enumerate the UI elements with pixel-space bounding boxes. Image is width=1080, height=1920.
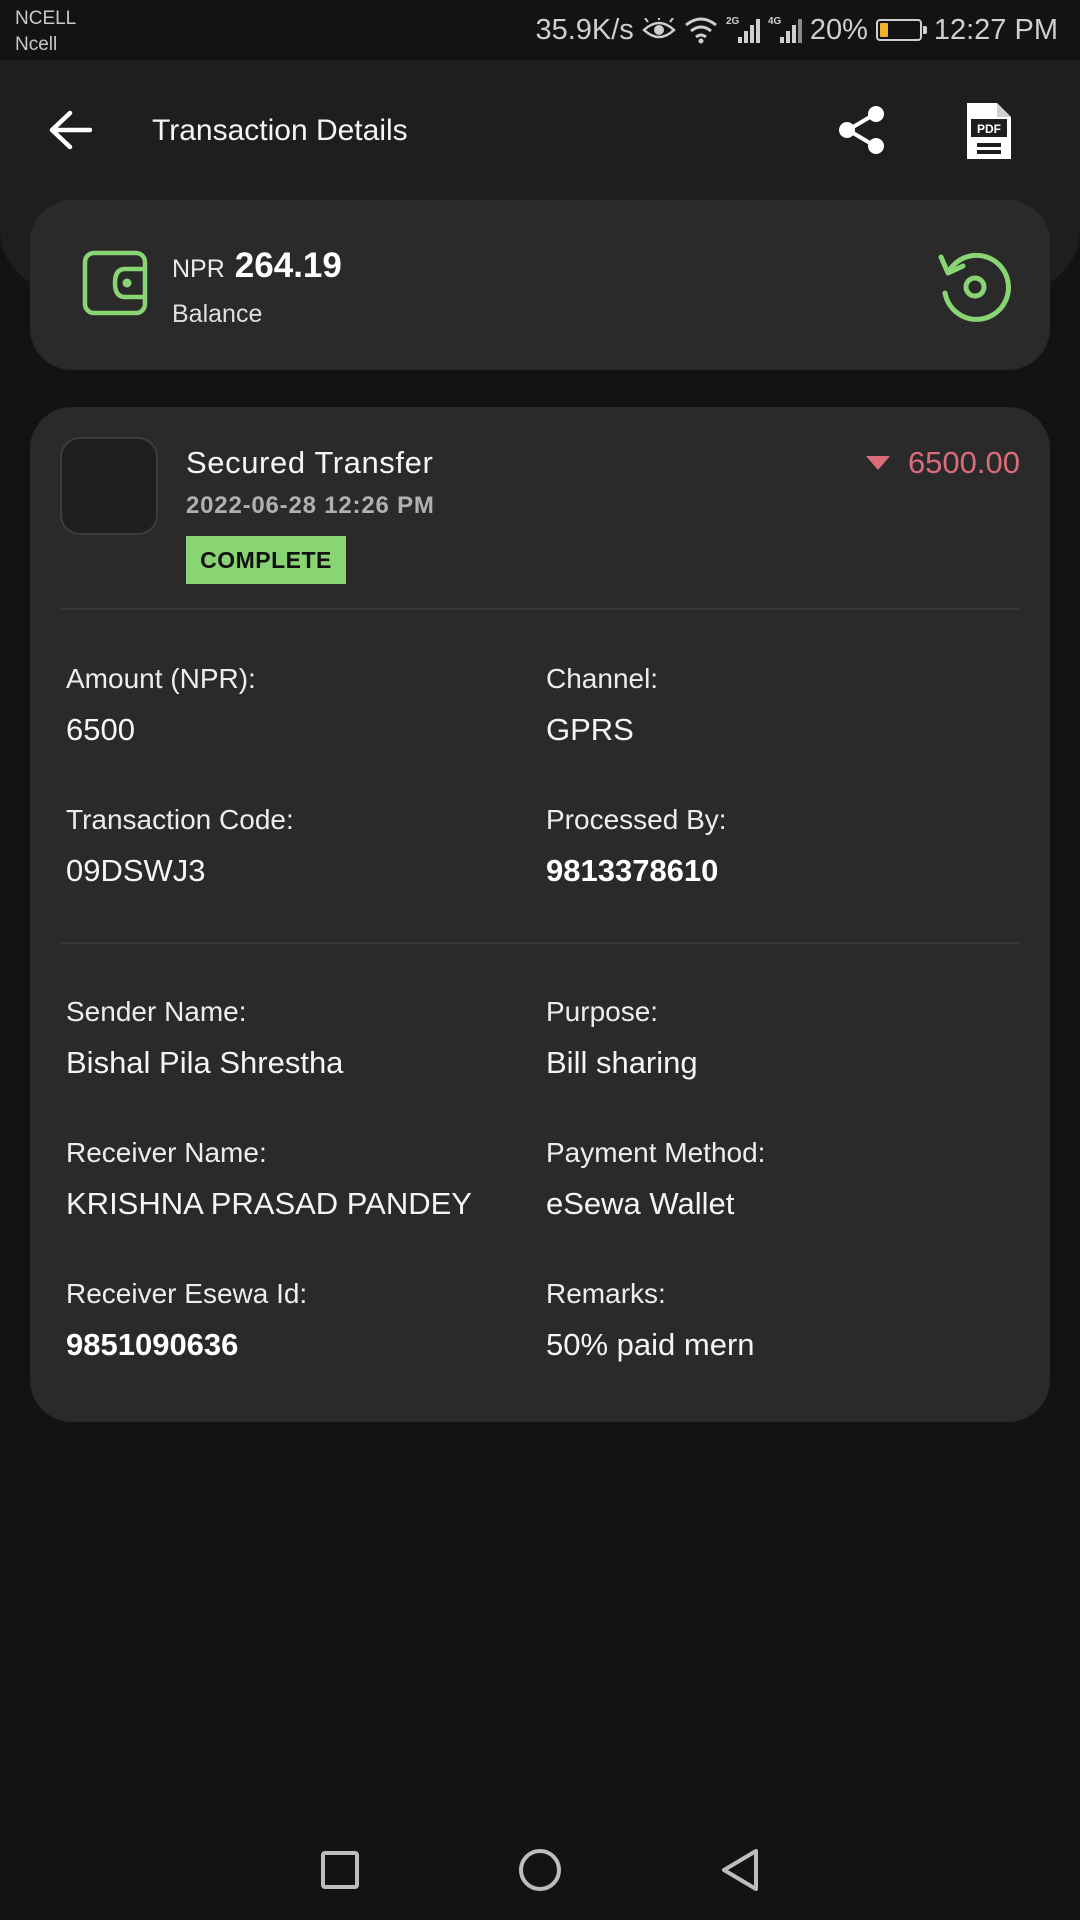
signal-4g-icon: 4G bbox=[768, 15, 802, 45]
field-purpose: Purpose: Bill sharing bbox=[546, 994, 986, 1082]
field-transaction-code: Transaction Code: 09DSWJ3 bbox=[66, 802, 506, 890]
status-bar: NCELL Ncell 35.9K/s 2G 4G 20% 12:27 PM bbox=[0, 0, 1080, 60]
field-label: Purpose: bbox=[546, 996, 659, 1027]
battery-percent: 20% bbox=[809, 13, 868, 46]
divider bbox=[60, 608, 1020, 610]
clock: 12:27 PM bbox=[933, 13, 1058, 46]
field-amount: Amount (NPR): 6500 bbox=[66, 661, 506, 749]
field-label: Receiver Name: bbox=[66, 1137, 267, 1168]
carrier-primary: NCELL bbox=[15, 8, 77, 29]
back-button[interactable] bbox=[40, 100, 100, 160]
field-receiver-name: Receiver Name: KRISHNA PRASAD PANDEY bbox=[66, 1135, 506, 1223]
download-pdf-button[interactable]: PDF bbox=[958, 96, 1020, 166]
transaction-amount-line: 6500.00 bbox=[865, 443, 1020, 483]
square-icon bbox=[321, 1851, 359, 1889]
pdf-file-icon: PDF bbox=[967, 103, 1011, 159]
refresh-icon bbox=[938, 252, 1011, 322]
field-value: 09DSWJ3 bbox=[66, 853, 206, 888]
transaction-avatar bbox=[60, 437, 158, 535]
circle-icon bbox=[519, 1849, 561, 1891]
wifi-icon bbox=[684, 16, 718, 44]
balance-label: Balance bbox=[172, 300, 263, 328]
field-sender-name: Sender Name: Bishal Pila Shrestha bbox=[66, 994, 506, 1082]
divider bbox=[60, 942, 1020, 944]
network-speed: 35.9K/s bbox=[535, 13, 634, 46]
signal-2g-label: 2G bbox=[726, 16, 740, 27]
transaction-amount: 6500.00 bbox=[907, 445, 1020, 480]
field-label: Receiver Esewa Id: bbox=[66, 1278, 308, 1309]
field-processed-by: Processed By: 9813378610 bbox=[546, 802, 986, 890]
balance-card: NPR 264.19 Balance bbox=[30, 200, 1050, 370]
wallet-icon bbox=[82, 250, 148, 316]
field-value: Bishal Pila Shrestha bbox=[66, 1045, 344, 1080]
status-indicators: 35.9K/s 2G 4G 20% 12:27 PM bbox=[535, 10, 1058, 50]
field-label: Channel: bbox=[546, 663, 659, 694]
field-value: 50% paid mern bbox=[546, 1327, 755, 1362]
carrier-info: NCELL Ncell bbox=[15, 6, 76, 58]
status-badge: COMPLETE bbox=[186, 536, 346, 584]
field-value: eSewa Wallet bbox=[546, 1186, 735, 1221]
signal-4g-label: 4G bbox=[768, 16, 782, 27]
triangle-back-icon bbox=[722, 1849, 758, 1891]
transaction-details-card: Secured Transfer 2022-06-28 12:26 PM COM… bbox=[30, 407, 1050, 1422]
eye-comfort-icon bbox=[641, 18, 676, 42]
field-receiver-esewa-id: Receiver Esewa Id: 9851090636 bbox=[66, 1276, 506, 1364]
field-label: Transaction Code: bbox=[66, 804, 294, 835]
page-title: Transaction Details bbox=[152, 114, 408, 147]
nav-back-button[interactable] bbox=[710, 1840, 770, 1900]
field-label: Remarks: bbox=[546, 1278, 666, 1309]
battery-icon bbox=[875, 19, 927, 41]
field-value: 9851090636 bbox=[66, 1327, 239, 1362]
field-label: Sender Name: bbox=[66, 996, 247, 1027]
home-button[interactable] bbox=[510, 1840, 570, 1900]
share-icon bbox=[839, 106, 884, 154]
carrier-secondary: Ncell bbox=[15, 34, 58, 55]
field-value: Bill sharing bbox=[546, 1045, 698, 1080]
field-value: KRISHNA PRASAD PANDEY bbox=[66, 1186, 472, 1221]
field-label: Processed By: bbox=[546, 804, 727, 835]
caret-down-icon bbox=[865, 456, 890, 470]
recents-button[interactable] bbox=[310, 1840, 370, 1900]
balance-value: 264.19 bbox=[234, 246, 342, 285]
balance-currency: NPR bbox=[172, 255, 225, 283]
field-value: 6500 bbox=[66, 712, 135, 747]
pdf-icon-label: PDF bbox=[977, 122, 1001, 136]
field-label: Amount (NPR): bbox=[66, 663, 256, 694]
field-channel: Channel: GPRS bbox=[546, 661, 986, 749]
arrow-left-icon bbox=[49, 110, 92, 150]
balance-amount: NPR 264.19 bbox=[172, 246, 342, 286]
field-payment-method: Payment Method: eSewa Wallet bbox=[546, 1135, 986, 1223]
transaction-datetime: 2022-06-28 12:26 PM bbox=[186, 492, 435, 519]
field-value: 9813378610 bbox=[546, 853, 719, 888]
field-label: Payment Method: bbox=[546, 1137, 766, 1168]
field-value: GPRS bbox=[546, 712, 634, 747]
field-remarks: Remarks: 50% paid mern bbox=[546, 1276, 986, 1364]
refresh-balance-button[interactable] bbox=[926, 238, 1022, 334]
transaction-title: Secured Transfer bbox=[186, 445, 434, 480]
signal-2g-icon: 2G bbox=[726, 15, 760, 45]
system-nav-bar bbox=[0, 1820, 1080, 1920]
share-button[interactable] bbox=[832, 100, 892, 160]
